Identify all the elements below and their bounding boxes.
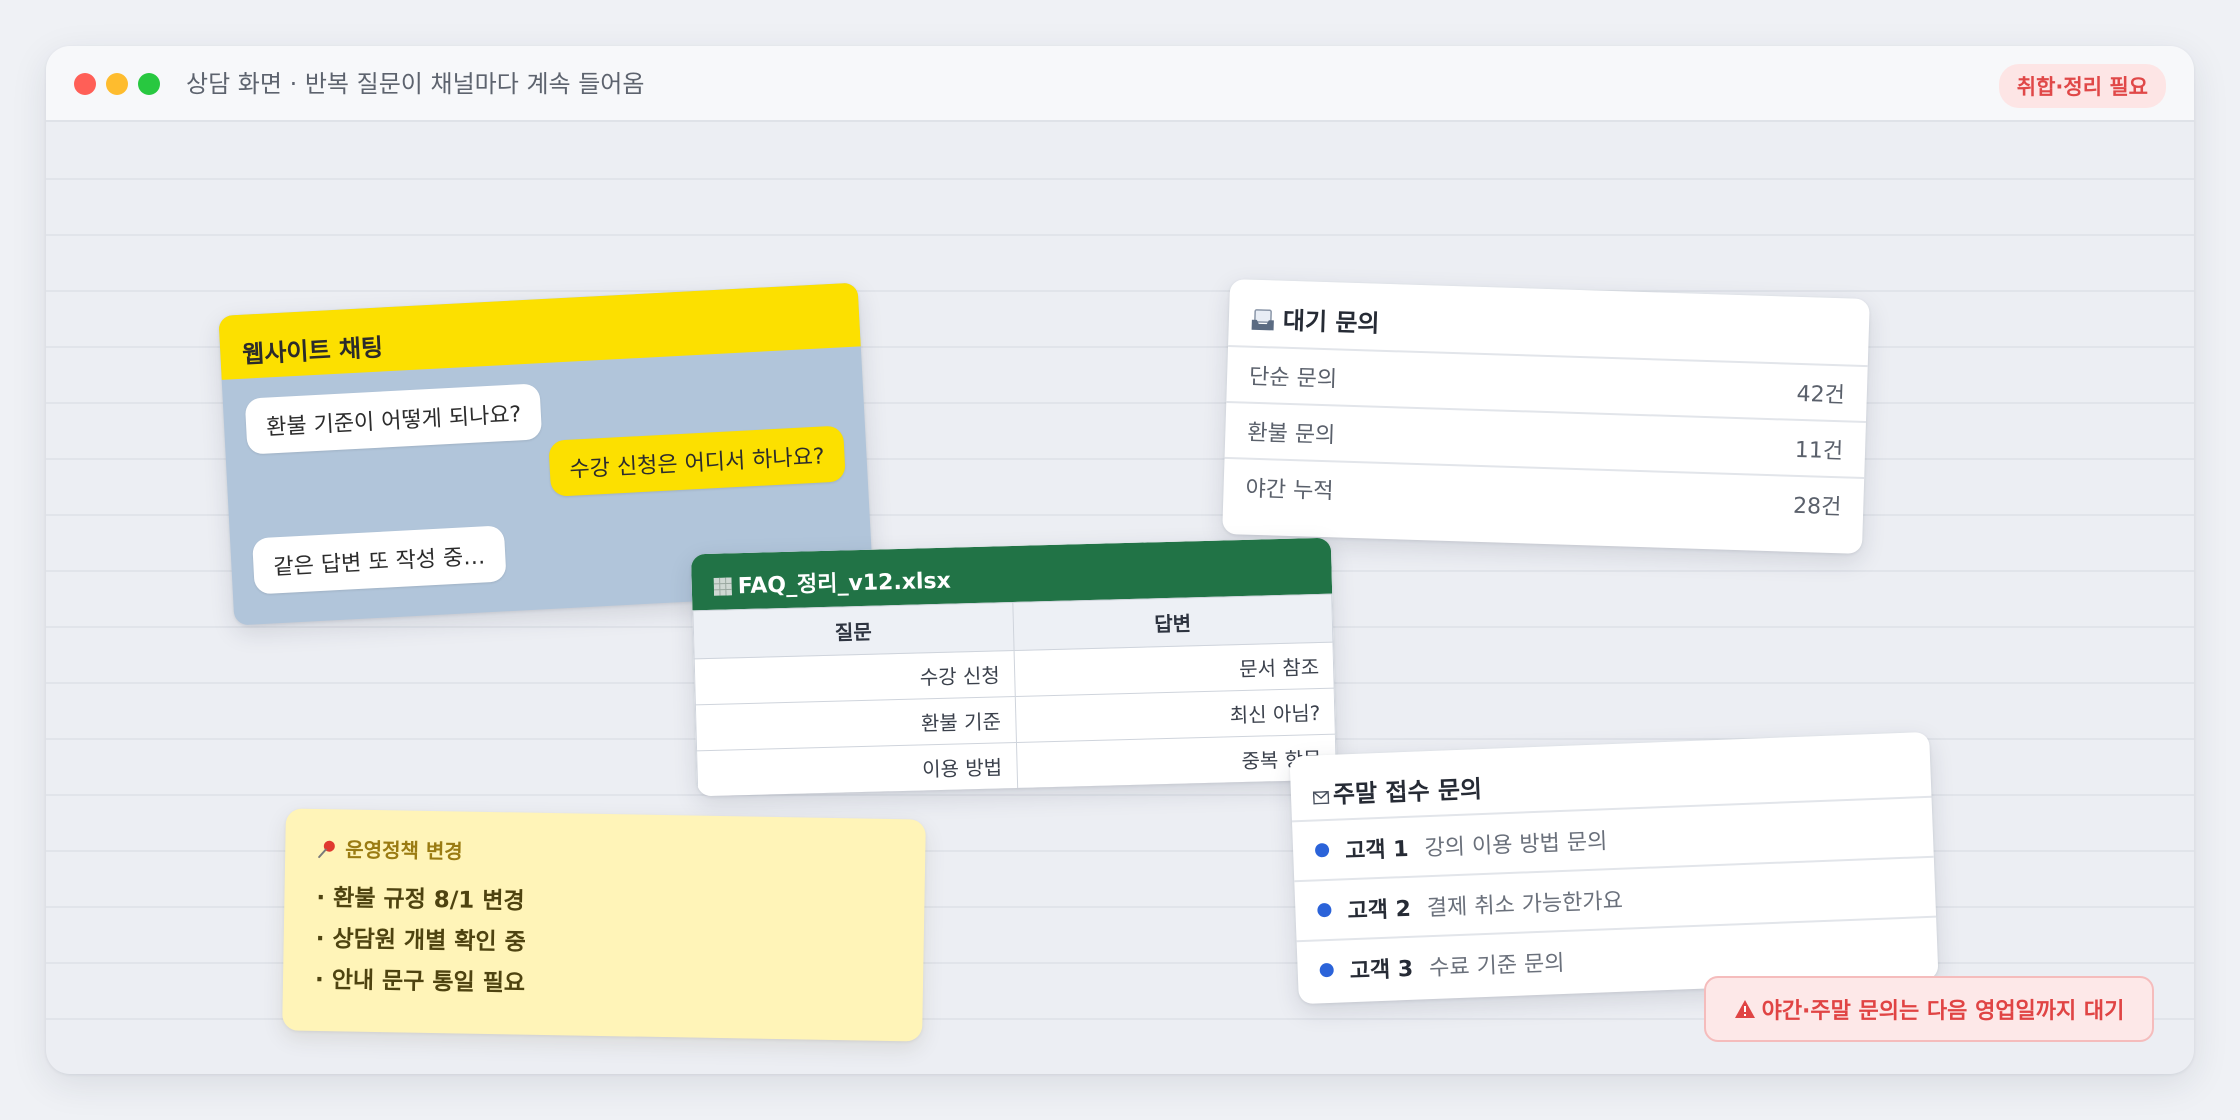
unread-dot-icon [1319,962,1334,978]
customer-message: 강의 이용 방법 문의 [1424,829,1608,862]
customer-name: 고객 3 [1349,956,1414,985]
minimize-window-button[interactable] [106,73,128,95]
inbox-icon [1251,309,1274,331]
table-cell[interactable]: 이용 방법 [696,742,1018,797]
customer-name: 고객 2 [1347,896,1412,925]
customer-message: 수료 기준 문의 [1428,950,1565,982]
unread-dot-icon [1317,902,1332,918]
faq-spreadsheet-card[interactable]: FAQ_정리_v12.xlsx 질문 답변 수강 신청 문서 참조 환불 기준 [690,537,1338,797]
close-window-button[interactable] [74,73,96,95]
table-cell[interactable]: 최신 아님? [1014,688,1336,743]
pushpin-icon [318,840,335,859]
spreadsheet-icon [713,577,733,596]
table-cell[interactable]: 문서 참조 [1013,642,1335,697]
waiting-row-label: 환불 문의 [1246,420,1336,449]
warning-icon [1734,1000,1755,1018]
envelope-icon [1312,790,1330,805]
column-header-question[interactable]: 질문 [692,602,1014,659]
table-cell[interactable]: 중복 항목 [1015,734,1337,789]
maximize-window-button[interactable] [138,73,160,95]
table-cell[interactable]: 수강 신청 [694,650,1015,705]
window-title: 상담 화면 · 반복 질문이 채널마다 계속 들어옴 [186,70,645,98]
policy-item: · 안내 문구 통일 필요 [314,966,526,997]
after-hours-alert: 야간·주말 문의는 다음 영업일까지 대기 [1704,976,2154,1042]
waiting-row-count: 11건 [1794,437,1844,465]
alert-text: 야간·주말 문의는 다음 영업일까지 대기 [1761,999,2125,1024]
chat-title: 웹사이트 채팅 [218,282,861,380]
weekend-title-text: 주말 접수 문의 [1332,775,1483,809]
faq-table: 질문 답변 수강 신청 문서 참조 환불 기준 최신 아님? 이용 방법 중복 … [692,594,1337,797]
unread-dot-icon [1314,842,1330,858]
waiting-inquiries-card[interactable]: 대기 문의 단순 문의 42건 환불 문의 11건 야간 누적 28건 [1222,279,1870,554]
customer-name: 고객 1 [1344,836,1410,865]
policy-title: 운영정책 변경 [317,833,893,872]
customer-message: 결제 취소 가능한가요 [1426,888,1624,922]
policy-sticky-note[interactable]: 운영정책 변경 · 환불 규정 8/1 변경 · 상담원 개별 확인 중 · 안… [282,808,926,1042]
spreadsheet-filename: FAQ_정리_v12.xlsx [737,568,952,600]
policy-title-text: 운영정책 변경 [345,837,463,864]
table-cell[interactable]: 환불 기준 [695,696,1016,751]
waiting-row-count: 28건 [1792,493,1842,521]
weekend-inquiries-card[interactable]: 주말 접수 문의 고객 1 강의 이용 방법 문의 고객 2 결제 취소 가능한… [1289,731,1939,1005]
waiting-row-label: 야간 누적 [1245,476,1334,505]
chat-message-agent-draft: 같은 답변 또 작성 중… [252,525,507,595]
column-header-answer[interactable]: 답변 [1012,594,1333,651]
status-badge: 취합·정리 필요 [1998,64,2166,108]
chat-message-customer: 수강 신청은 어디서 하나요? [548,425,846,497]
waiting-row-count: 42건 [1796,381,1846,409]
chat-message-customer: 환불 기준이 어떻게 되나요? [244,383,543,455]
workspace: 웹사이트 채팅 환불 기준이 어떻게 되나요? 수강 신청은 어디서 하나요? … [46,124,2194,1074]
waiting-row-label: 단순 문의 [1248,364,1338,393]
app-window: 상담 화면 · 반복 질문이 채널마다 계속 들어옴 취합·정리 필요 웹사이트… [46,46,2194,1074]
title-bar: 상담 화면 · 반복 질문이 채널마다 계속 들어옴 취합·정리 필요 [46,46,2194,122]
waiting-title-text: 대기 문의 [1282,306,1380,338]
